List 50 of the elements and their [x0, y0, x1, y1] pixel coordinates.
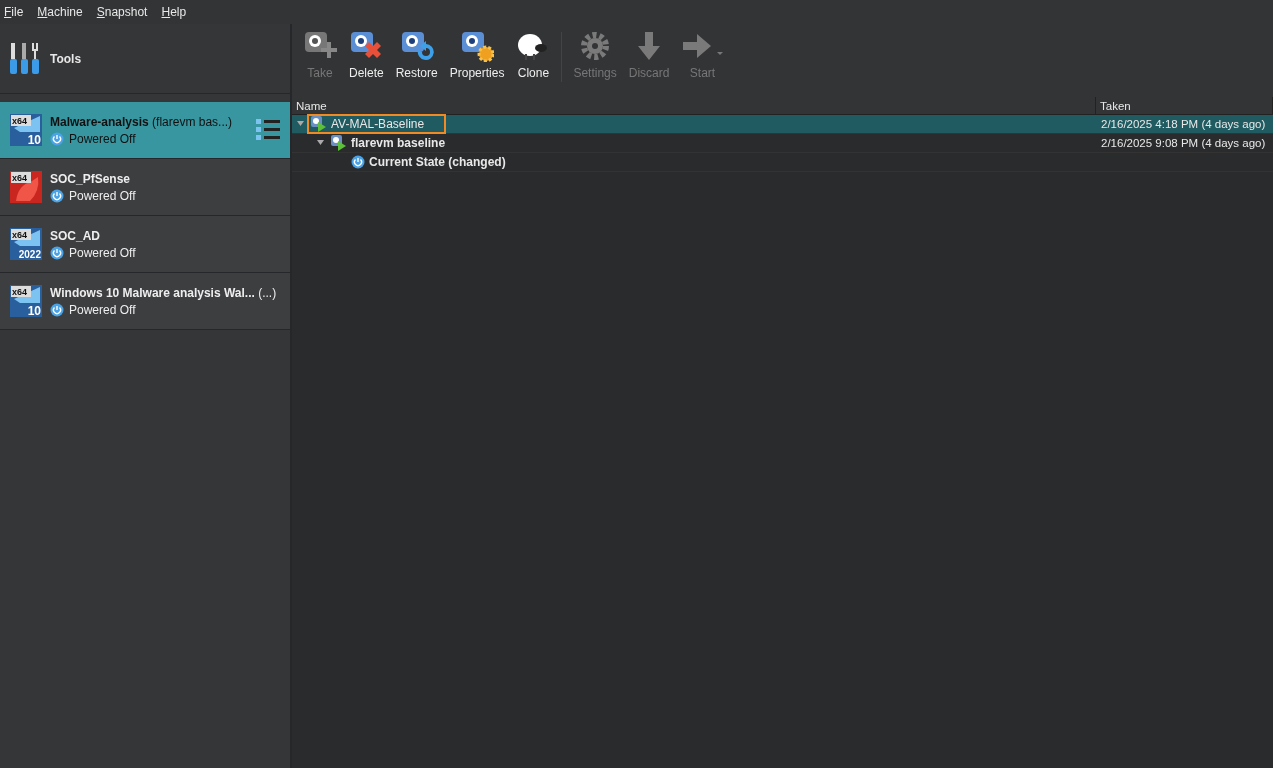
column-header[interactable]: Name [292, 97, 1096, 114]
vm-name: SOC_PfSense [50, 171, 132, 186]
expand-arrow-icon[interactable] [316, 138, 325, 147]
menu-item[interactable]: Machine [37, 5, 83, 19]
snapshot-row[interactable]: Current State (changed) [292, 153, 1273, 172]
windows-os-icon: x64 10 [10, 114, 42, 146]
snapshot-icon [331, 135, 347, 151]
power-icon [50, 245, 64, 260]
gear-icon [579, 30, 612, 62]
expand-arrow-icon[interactable] [296, 119, 305, 128]
vm-name: Malware-analysis (flarevm bas...) [50, 114, 234, 129]
vm-list-item[interactable]: x64 2022 SOC_AD Powered Off [0, 216, 290, 273]
toolbar-button[interactable]: Delete [344, 28, 389, 82]
tools-item[interactable]: Tools [0, 24, 290, 94]
snapshot-name: flarevm baseline [351, 136, 446, 150]
snapshot-icon [311, 116, 327, 132]
vm-status: Powered Off [69, 131, 136, 146]
list-menu-icon[interactable] [256, 119, 280, 141]
menu-item[interactable]: Snapshot [96, 5, 148, 19]
vm-status: Powered Off [69, 302, 136, 317]
windows-os-icon: x64 2022 [10, 228, 42, 260]
vm-name: Windows 10 Malware analysis Wal... (...) [50, 285, 278, 300]
column-header[interactable]: Taken [1096, 97, 1273, 114]
camera-restore-icon [399, 30, 434, 62]
power-icon [50, 188, 64, 203]
vm-list-item[interactable]: x64 SOC_PfSense Powered Off [0, 159, 290, 216]
toolbar-button[interactable]: Properties [444, 28, 510, 82]
taken-date: 2/16/2025 4:18 PM (4 days ago) [1100, 118, 1267, 130]
vm-list-item[interactable]: x64 10 Malware-analysis (flarevm bas...) Powered Off [0, 102, 290, 159]
power-icon [50, 302, 64, 317]
taken-date: 2/16/2025 9:08 PM (4 days ago) [1100, 137, 1267, 149]
vm-list-item[interactable]: x64 10 Windows 10 Malware analysis Wal... (...) Powered Off [0, 273, 290, 330]
menu-item[interactable]: File [4, 5, 24, 19]
vm-status: Powered Off [69, 245, 136, 260]
snapshot-name: AV-MAL-Baseline [331, 117, 425, 131]
power-icon [50, 131, 64, 146]
camera-gear-icon [460, 30, 495, 62]
snapshot-row[interactable]: flarevm baseline 2/16/2025 9:08 PM (4 days ago) [292, 134, 1273, 153]
windows-os-icon: x64 10 [10, 285, 42, 317]
tools-icon [10, 42, 40, 75]
tools-label: Tools [50, 51, 82, 66]
snapshot-name: Current State (changed) [369, 155, 506, 169]
vm-status: Powered Off [69, 188, 136, 203]
power-icon [351, 155, 365, 169]
toolbar-button[interactable]: Clone [511, 28, 556, 82]
vm-name: SOC_AD [50, 228, 101, 243]
toolbar-button[interactable]: Restore [390, 28, 443, 82]
snapshot-row[interactable]: AV-MAL-Baseline 2/16/2025 4:18 PM (4 days ago) [292, 115, 1273, 134]
menu-item[interactable]: Help [161, 5, 187, 19]
bsd-os-icon: x64 [10, 171, 42, 203]
